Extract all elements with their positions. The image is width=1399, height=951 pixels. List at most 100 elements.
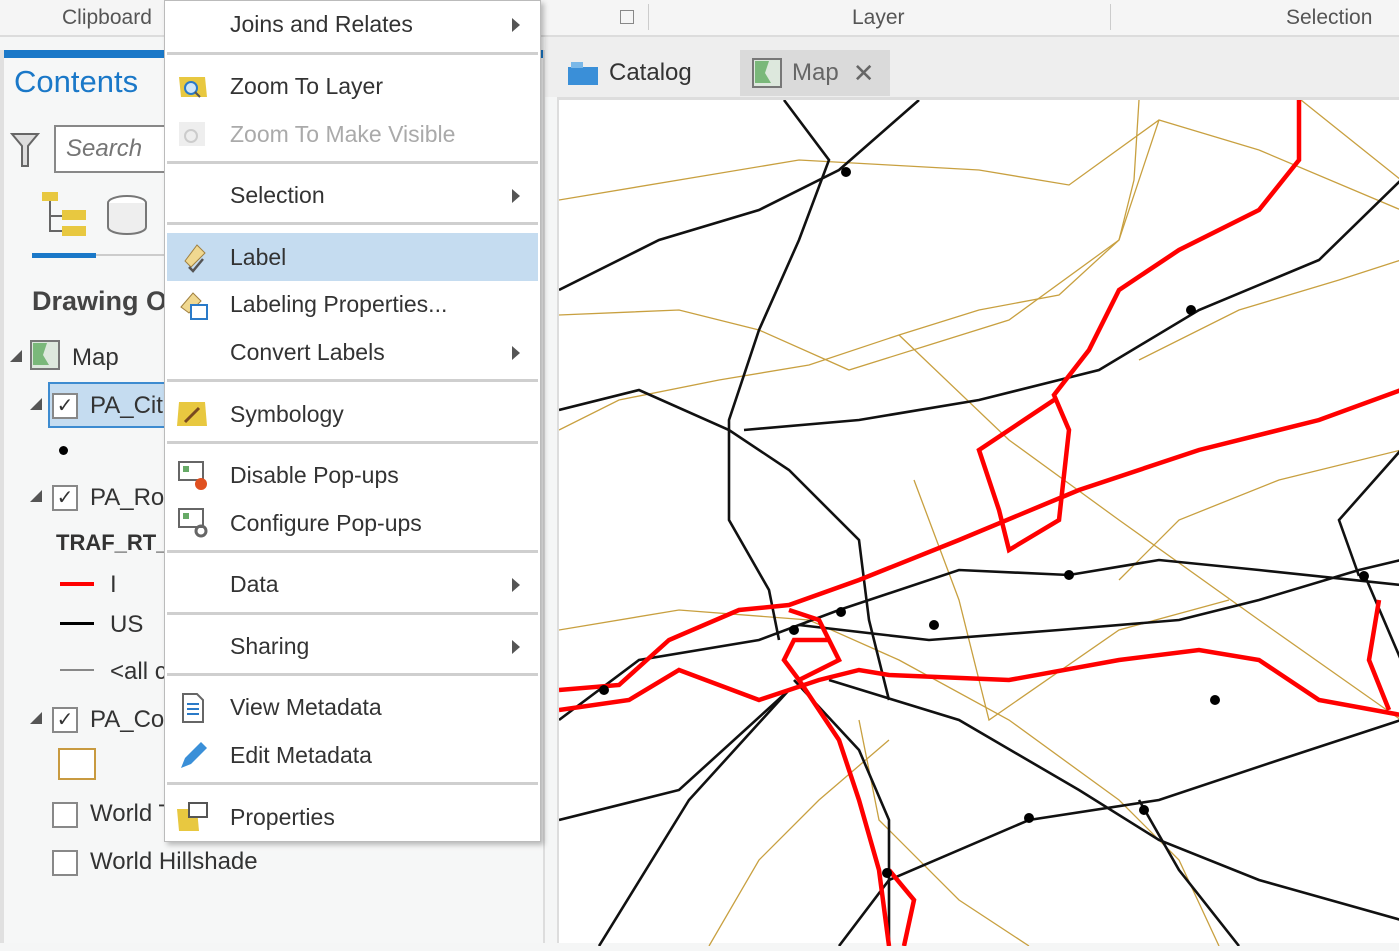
disable-popups-icon — [178, 460, 207, 490]
tree-item-pa-cities[interactable]: PA_Citi — [90, 392, 168, 420]
menu-item-label: Edit Metadata — [230, 742, 372, 769]
data-source-icon[interactable] — [104, 194, 150, 236]
interstates — [558, 100, 1399, 947]
menu-item-labeling-properties[interactable]: Labeling Properties... — [167, 281, 538, 329]
layer-context-menu: Joins and Relates Zoom To Layer Zoom To Ma… — [164, 0, 541, 842]
point-symbol — [59, 446, 68, 455]
menu-item-label: Zoom To Layer — [230, 72, 383, 99]
legend-swatch-interstate — [60, 582, 94, 586]
menu-item-label: Configure Pop-ups — [230, 509, 422, 536]
map-canvas[interactable] — [558, 99, 1399, 947]
map-view[interactable] — [557, 97, 1399, 947]
menu-item-selection[interactable]: Selection — [167, 172, 538, 220]
configure-popups-icon — [178, 508, 208, 538]
tab-catalog[interactable]: Catalog — [567, 50, 692, 96]
legend-swatch-other — [60, 669, 94, 671]
menu-item-label: Sharing — [230, 632, 310, 659]
zoom-visible-icon — [179, 122, 205, 147]
tree-item-world-hillshade[interactable]: World Hillshade — [90, 848, 258, 876]
county-boundaries — [558, 99, 1399, 947]
collapse-layer-icon[interactable] — [30, 490, 42, 502]
map-icon — [30, 340, 60, 370]
menu-item-label: Labeling Properties... — [230, 291, 448, 318]
labeling-properties-icon — [180, 292, 208, 320]
menu-item-view-metadata[interactable]: View Metadata — [167, 684, 538, 732]
menu-item-properties[interactable]: Properties — [167, 793, 538, 841]
submenu-arrow-icon — [512, 188, 520, 203]
symbology-icon — [177, 402, 207, 427]
layer-visibility-checkbox[interactable]: ✓ — [52, 707, 78, 733]
collapse-map-icon[interactable] — [10, 350, 22, 362]
menu-item-label: Data — [230, 571, 279, 598]
menu-item-label: Properties — [230, 803, 335, 830]
catalog-icon — [568, 62, 598, 85]
menu-item-label: Selection — [230, 182, 325, 209]
layer-visibility-checkbox[interactable]: ✓ — [52, 485, 78, 511]
menu-item-convert-labels[interactable]: Convert Labels — [167, 329, 538, 377]
legend-label: US — [110, 611, 144, 638]
divider — [648, 4, 649, 30]
view-metadata-icon — [182, 693, 204, 724]
layer-visibility-checkbox[interactable] — [52, 802, 78, 828]
menu-item-label[interactable]: Label — [167, 233, 538, 281]
label-icon — [184, 244, 206, 274]
section-heading: Drawing O — [32, 286, 168, 316]
drawing-order-icon[interactable] — [40, 190, 90, 240]
submenu-arrow-icon — [512, 18, 520, 32]
menu-separator — [167, 609, 538, 623]
menu-separator — [167, 158, 538, 172]
menu-item-disable-pop-ups[interactable]: Disable Pop-ups — [167, 452, 538, 500]
menu-item-label: Joins and Relates — [230, 11, 413, 38]
zoom-to-layer-icon — [179, 76, 207, 98]
tree-item-map[interactable]: Map — [72, 344, 119, 372]
menu-item-joins-and-relates[interactable]: Joins and Relates — [167, 1, 538, 49]
menu-separator — [167, 376, 538, 390]
layer-visibility-checkbox[interactable]: ✓ — [52, 393, 78, 419]
submenu-arrow-icon — [512, 578, 520, 592]
menu-item-data[interactable]: Data — [167, 561, 538, 609]
menu-separator — [167, 438, 538, 452]
menu-item-zoom-to-layer[interactable]: Zoom To Layer — [167, 63, 538, 111]
menu-item-edit-metadata[interactable]: Edit Metadata — [167, 732, 538, 780]
ribbon-group-layer: Layer — [852, 6, 905, 29]
legend-label: I — [110, 571, 117, 598]
ribbon-group-selection: Selection — [1286, 6, 1373, 29]
menu-separator — [167, 670, 538, 684]
close-icon[interactable]: ✕ — [853, 58, 875, 89]
tab-label: Catalog — [609, 59, 692, 86]
menu-item-sharing[interactable]: Sharing — [167, 623, 538, 671]
menu-item-configure-pop-ups[interactable]: Configure Pop-ups — [167, 499, 538, 547]
collapse-layer-icon[interactable] — [30, 398, 42, 410]
map-icon — [752, 58, 782, 88]
menu-item-label: Zoom To Make Visible — [230, 120, 456, 147]
pane-title: Contents — [14, 64, 139, 99]
divider — [1110, 4, 1111, 30]
layer-visibility-checkbox[interactable] — [52, 850, 78, 876]
menu-item-label: Symbology — [230, 400, 344, 427]
menu-separator — [167, 547, 538, 561]
polygon-symbol — [58, 748, 96, 780]
tab-label: Map — [792, 59, 839, 86]
menu-separator — [167, 219, 538, 233]
us-routes — [558, 99, 1399, 947]
menu-item-zoom-to-make-visible: Zoom To Make Visible — [167, 110, 538, 158]
menu-item-label: Convert Labels — [230, 338, 385, 365]
filter-icon[interactable] — [10, 132, 40, 168]
menu-item-label: Disable Pop-ups — [230, 462, 399, 489]
collapse-layer-icon[interactable] — [30, 712, 42, 724]
edit-metadata-icon — [181, 741, 207, 768]
menu-item-symbology[interactable]: Symbology — [167, 390, 538, 438]
properties-icon — [177, 802, 208, 832]
submenu-arrow-icon — [512, 345, 520, 360]
dialog-launcher-icon[interactable] — [620, 10, 634, 24]
tree-item-world-topo[interactable]: World T — [90, 800, 173, 828]
tab-map[interactable]: Map ✕ — [740, 50, 890, 96]
menu-item-label: Label — [230, 243, 287, 270]
menu-separator — [167, 779, 538, 793]
legend-label: <all c — [110, 658, 167, 685]
tab-indicator — [32, 253, 96, 258]
ribbon-group-clipboard: Clipboard — [62, 6, 152, 29]
menu-item-label: View Metadata — [230, 694, 382, 721]
submenu-arrow-icon — [512, 639, 520, 654]
menu-separator — [167, 49, 538, 63]
